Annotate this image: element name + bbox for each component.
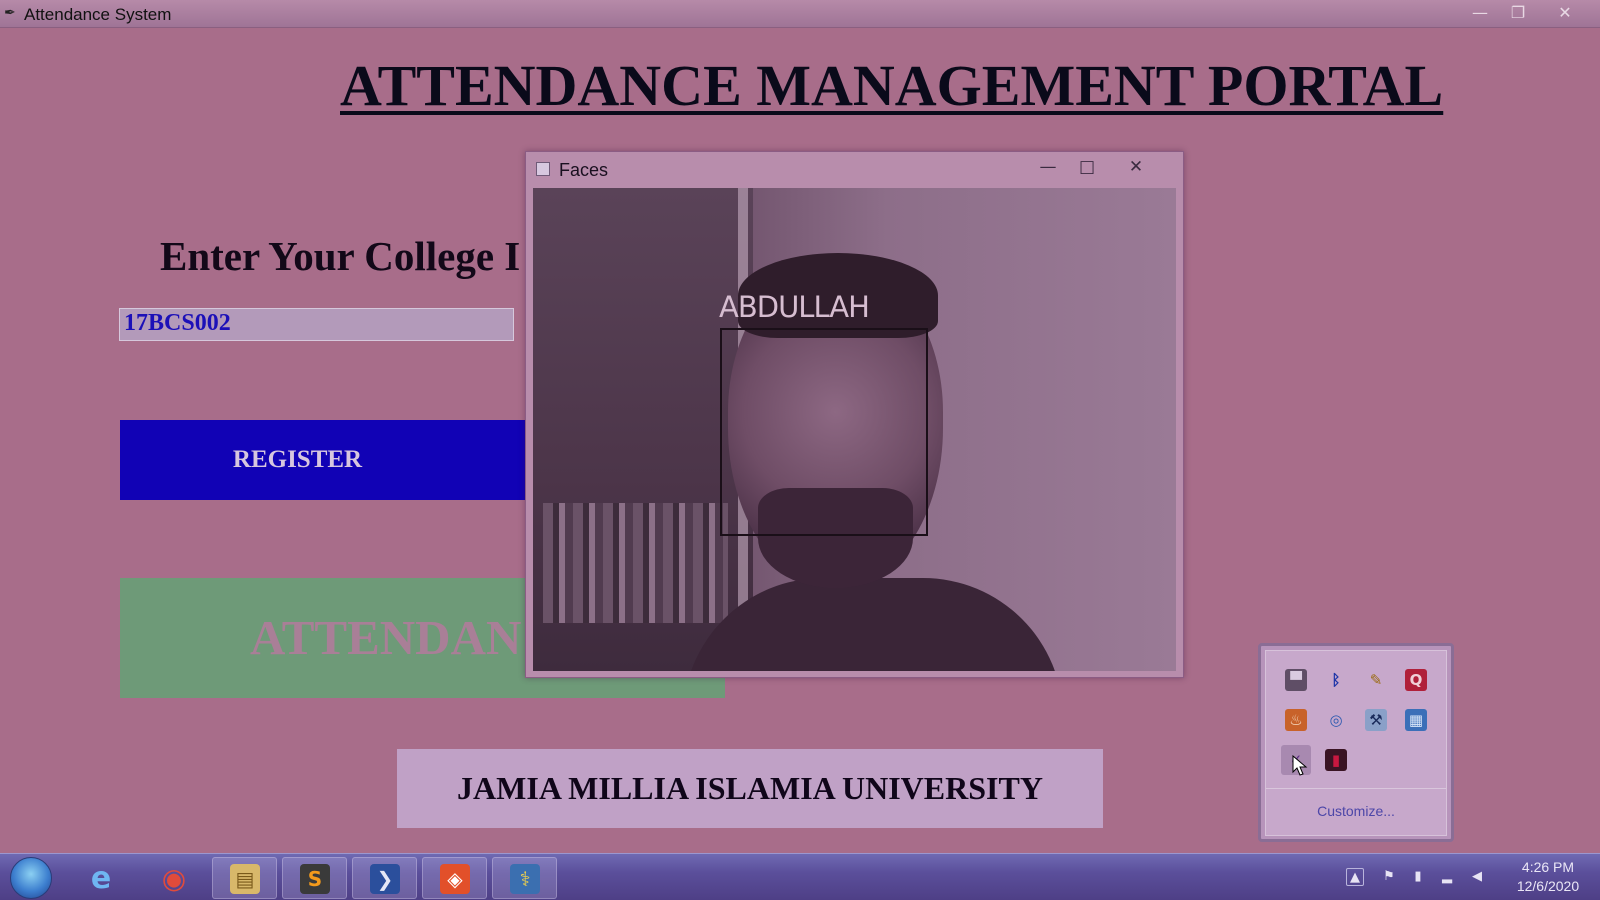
mouse-cursor-icon (1292, 755, 1308, 776)
taskbar-python[interactable]: ⚕ (492, 857, 557, 899)
taskbar-powershell[interactable]: ❯ (352, 857, 417, 899)
close-button[interactable]: ✕ (1550, 2, 1580, 24)
university-footer: JAMIA MILLIA ISLAMIA UNIVERSITY (397, 749, 1103, 828)
maximize-button[interactable]: ❐ (1503, 2, 1533, 24)
feather-app-icon: ✒ (4, 5, 16, 21)
file-explorer-icon: ▤ (230, 864, 260, 894)
customize-link[interactable]: Customize... (1266, 803, 1446, 819)
network-monitor-icon[interactable]: ▦ (1405, 709, 1427, 731)
brave-icon: ◈ (440, 864, 470, 894)
face-recognition-label: ABDULLAH (719, 290, 870, 324)
clock-date[interactable]: 12/6/2020 (1508, 878, 1588, 894)
taskbar-brave[interactable]: ◈ (422, 857, 487, 899)
register-button[interactable]: REGISTER (120, 420, 535, 500)
sublime-text-icon: S (300, 864, 330, 894)
faces-window[interactable]: Faces — □ ✕ ABDULLAH (525, 151, 1184, 678)
start-button[interactable] (10, 857, 52, 899)
window-app-icon (536, 162, 550, 176)
show-hidden-icons-button[interactable]: ▲ (1346, 868, 1364, 886)
sync-icon[interactable]: ◎ (1325, 709, 1347, 731)
taskbar-chrome[interactable]: ◉ (141, 857, 206, 899)
java-icon[interactable]: ♨ (1285, 709, 1307, 731)
q-app-icon[interactable]: Q (1405, 669, 1427, 691)
portal-title: ATTENDANCE MANAGEMENT PORTAL (340, 53, 1444, 118)
bluetooth-icon[interactable]: ᛒ (1325, 669, 1347, 691)
minimize-button[interactable]: — (1465, 2, 1495, 24)
chrome-icon: ◉ (161, 862, 187, 895)
background-books (543, 503, 728, 623)
python-icon: ⚕ (510, 864, 540, 894)
tray-icon-panel: ▀ ᛒ ✎ Q ♨ ◎ ⚒ ▦ ✓ ▮ Customize... (1265, 650, 1447, 836)
faces-maximize-button[interactable]: □ (1070, 156, 1104, 178)
action-center-flag-icon[interactable]: ⚑ (1380, 868, 1398, 886)
network-signal-icon[interactable]: ▂ (1438, 868, 1456, 886)
taskbar: e ◉ ▤ S ❯ ◈ ⚕ ▲ ⚑ ▮ ▂ ◀ 4:26 PM 12/6/202… (0, 853, 1600, 900)
college-id-label: Enter Your College I (160, 233, 521, 279)
taskbar-ie[interactable]: e (68, 857, 133, 899)
college-id-input[interactable]: 17BCS002 (119, 308, 514, 341)
camera-feed: ABDULLAH (533, 188, 1176, 671)
app-tray-icon[interactable]: ▮ (1325, 749, 1347, 771)
taskbar-explorer[interactable]: ▤ (212, 857, 277, 899)
battery-icon[interactable]: ▮ (1409, 868, 1427, 886)
face-detection-box (720, 328, 928, 536)
tray-divider (1266, 788, 1446, 789)
clock-time[interactable]: 4:26 PM (1508, 859, 1588, 875)
taskbar-sublime[interactable]: S (282, 857, 347, 899)
settings-tool-icon[interactable]: ⚒ (1365, 709, 1387, 731)
faces-close-button[interactable]: ✕ (1119, 156, 1153, 178)
monitor-icon[interactable]: ▀ (1285, 669, 1307, 691)
faces-minimize-button[interactable]: — (1031, 156, 1065, 178)
volume-icon[interactable]: ◀ (1468, 868, 1486, 886)
tray-overflow-popup: ▀ ᛒ ✎ Q ♨ ◎ ⚒ ▦ ✓ ▮ Customize... (1258, 643, 1454, 842)
pen-tool-icon[interactable]: ✎ (1365, 669, 1387, 691)
title-bar: ✒ Attendance System — ❐ ✕ (0, 0, 1600, 28)
internet-explorer-icon: e (90, 861, 112, 896)
powershell-icon: ❯ (370, 864, 400, 894)
window-title: Attendance System (24, 5, 172, 24)
faces-window-title: Faces (559, 160, 609, 180)
